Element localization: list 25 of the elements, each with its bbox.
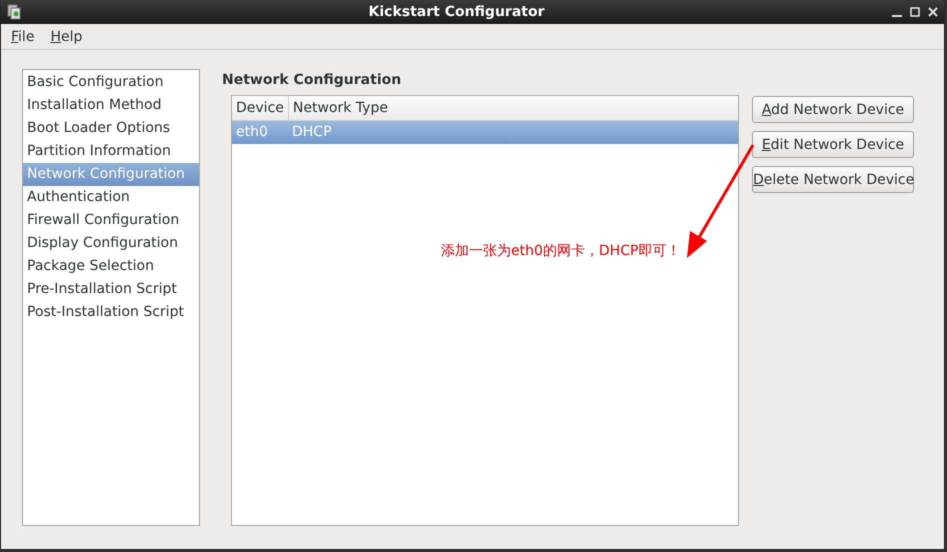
window-title: Kickstart Configurator bbox=[368, 4, 546, 20]
sidebar-item[interactable]: Authentication bbox=[23, 186, 199, 209]
sidebar-item[interactable]: Boot Loader Options bbox=[23, 117, 199, 140]
device-button[interactable]: Delete Network Device bbox=[752, 166, 914, 193]
menu-item[interactable]: Help bbox=[44, 26, 88, 46]
sidebar-item[interactable]: Installation Method bbox=[23, 94, 199, 117]
sidebar-item[interactable]: Display Configuration bbox=[23, 232, 199, 255]
sidebar-item[interactable]: Firewall Configuration bbox=[23, 209, 199, 232]
sidebar-item[interactable]: Pre-Installation Script bbox=[23, 278, 199, 301]
sidebar-item[interactable]: Package Selection bbox=[23, 255, 199, 278]
table-cell-text: eth0 bbox=[235, 123, 269, 142]
sidebar-item[interactable]: Basic Configuration bbox=[23, 71, 199, 94]
sidebar-item[interactable]: Post-Installation Script bbox=[23, 301, 199, 324]
maximize-icon[interactable] bbox=[910, 7, 920, 17]
section-title: Network Configuration bbox=[222, 71, 402, 89]
device-button[interactable]: Edit Network Device bbox=[752, 131, 914, 158]
column-header[interactable]: Network Type bbox=[288, 96, 738, 120]
app-icon bbox=[7, 4, 21, 20]
close-icon[interactable] bbox=[928, 7, 938, 17]
device-button[interactable]: Add Network Device bbox=[752, 96, 914, 123]
table-cell-text: DHCP bbox=[291, 123, 333, 142]
annotation-text: 添加一张为eth0的网卡，DHCP即可！ bbox=[441, 242, 680, 260]
sidebar-item[interactable]: Partition Information bbox=[23, 140, 199, 163]
menu-item[interactable]: File bbox=[5, 26, 40, 46]
column-header[interactable]: Device bbox=[232, 96, 289, 120]
